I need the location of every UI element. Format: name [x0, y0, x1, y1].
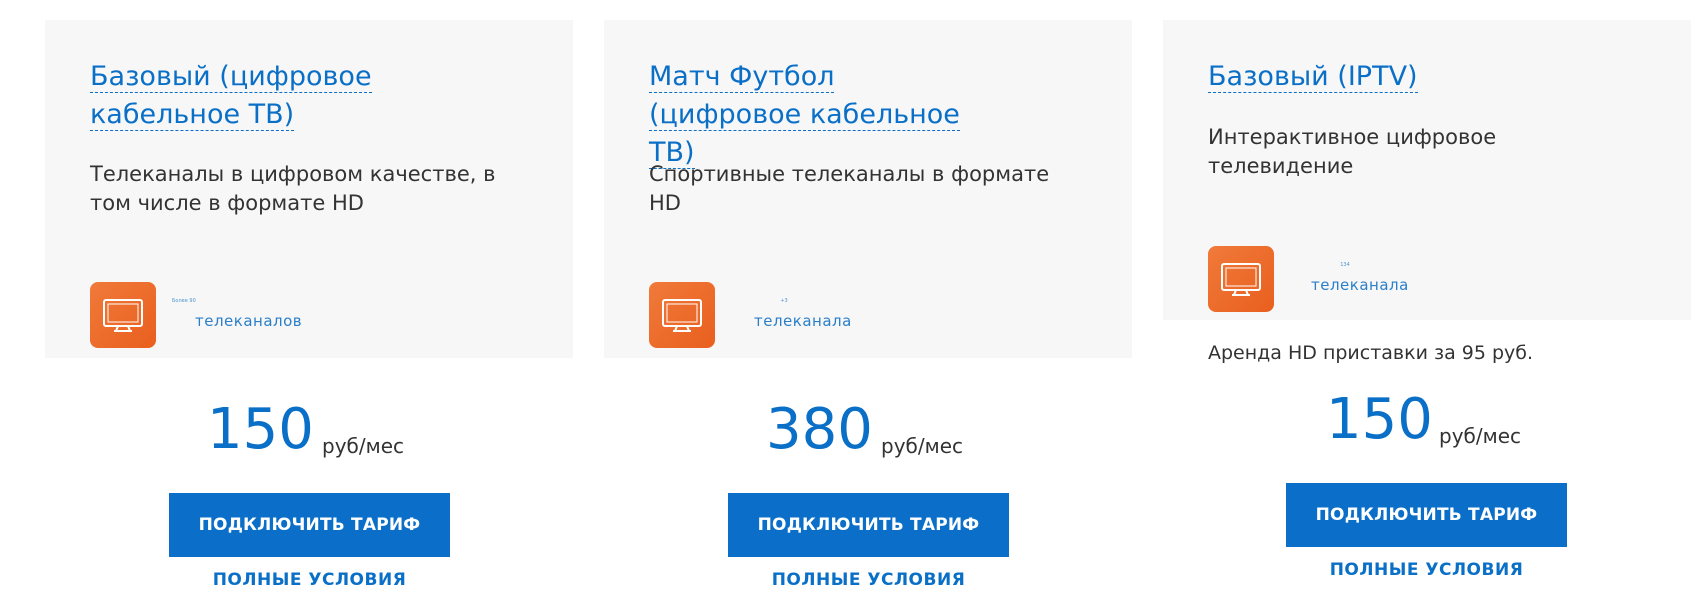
- channel-count: +3: [780, 298, 788, 304]
- plan-card-basic-cable: Базовый (цифровое кабельное ТВ) Телекана…: [45, 20, 573, 609]
- connect-plan-button[interactable]: ПОДКЛЮЧИТЬ ТАРИФ: [169, 493, 450, 557]
- connect-plan-button[interactable]: ПОДКЛЮЧИТЬ ТАРИФ: [728, 493, 1009, 557]
- full-conditions-link[interactable]: ПОЛНЫЕ УСЛОВИЯ: [169, 570, 450, 590]
- plan-description: Спортивные телеканалы в формате HD: [649, 162, 1050, 215]
- channel-count: 134: [1340, 262, 1350, 268]
- plan-price: 380: [766, 397, 873, 462]
- tv-icon: [90, 282, 156, 348]
- plan-price-unit: руб/мес: [322, 434, 404, 458]
- channel-label: телеканала: [754, 312, 852, 330]
- plan-title-link[interactable]: Базовый (IPTV): [1208, 58, 1528, 96]
- full-conditions-link[interactable]: ПОЛНЫЕ УСЛОВИЯ: [1286, 560, 1567, 580]
- channel-count: Более 90: [172, 298, 196, 304]
- full-conditions-link[interactable]: ПОЛНЫЕ УСЛОВИЯ: [728, 570, 1009, 590]
- plan-description: Интерактивное цифровое телевидение: [1208, 125, 1497, 178]
- tv-icon: [1208, 246, 1274, 312]
- channel-label: телеканалов: [195, 312, 303, 330]
- plan-price-unit: руб/мес: [881, 434, 963, 458]
- connect-plan-button[interactable]: ПОДКЛЮЧИТЬ ТАРИФ: [1286, 483, 1567, 547]
- plan-title-link[interactable]: Матч Футбол (цифровое кабельное ТВ): [649, 58, 969, 172]
- tv-icon: [649, 282, 715, 348]
- plan-price-unit: руб/мес: [1439, 424, 1521, 448]
- plan-title-link[interactable]: Базовый (цифровое кабельное ТВ): [90, 58, 410, 134]
- rent-note: Аренда HD приставки за 95 руб.: [1208, 342, 1534, 364]
- plan-card-basic-iptv: Базовый (IPTV) Интерактивное цифровое те…: [1163, 20, 1691, 609]
- plan-card-match-football: Матч Футбол (цифровое кабельное ТВ) Спор…: [604, 20, 1132, 609]
- plan-price: 150: [207, 397, 314, 462]
- channel-label: телеканала: [1311, 276, 1409, 294]
- plan-price: 150: [1326, 387, 1433, 452]
- plan-description: Телеканалы в цифровом качестве, в том чи…: [90, 162, 496, 215]
